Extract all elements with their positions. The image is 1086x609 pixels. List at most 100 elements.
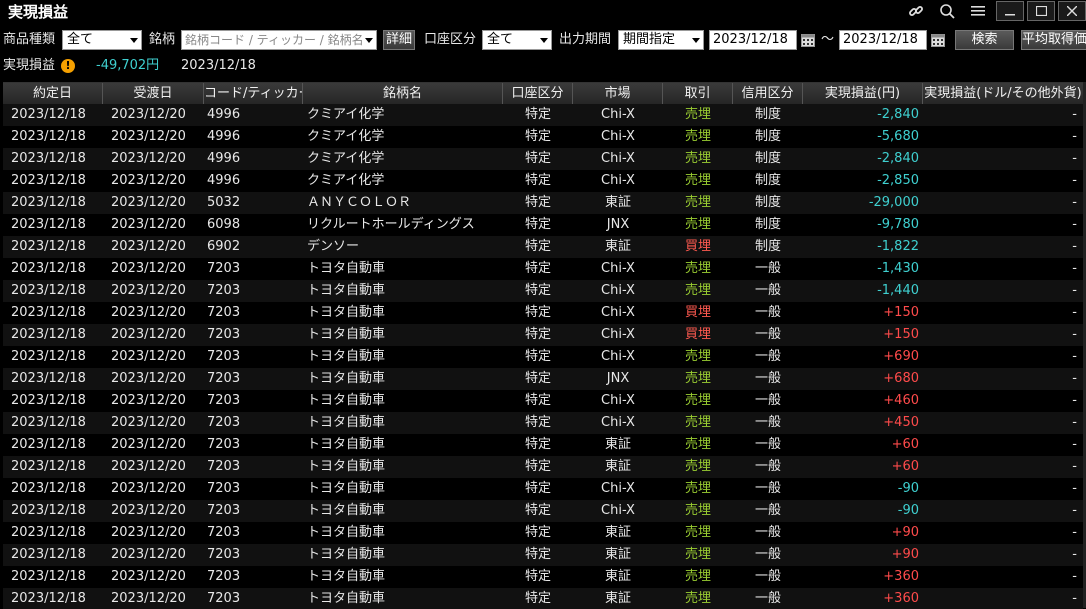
side-cell: 売埋: [684, 415, 711, 430]
code-cell: 7203: [207, 327, 241, 342]
column-header-code[interactable]: コード/ティッカー: [204, 83, 303, 104]
table-row[interactable]: 2023/12/18 2023/12/20 4996 クミアイ化学 特定 Chi-X 売埋 制…: [3, 148, 1083, 170]
trade-date-cell: 2023/12/18: [11, 261, 86, 276]
code-cell: 7203: [207, 261, 241, 276]
account-cell: 特定: [524, 591, 551, 606]
column-header-pl-yen[interactable]: 実現損益(円): [803, 83, 923, 104]
table-row[interactable]: 2023/12/18 2023/12/20 7203 トヨタ自動車 特定 Chi-X 売埋 一…: [3, 390, 1083, 412]
column-header-market[interactable]: 市場: [573, 83, 663, 104]
table-row[interactable]: 2023/12/18 2023/12/20 7203 トヨタ自動車 特定 東証 売埋 一般 +3…: [3, 588, 1083, 609]
pl-foreign-cell: -: [1072, 151, 1077, 166]
credit-cell: 制度: [754, 107, 781, 122]
settle-date-cell: 2023/12/20: [111, 481, 186, 496]
stock-name-cell: トヨタ自動車: [307, 569, 386, 584]
table-row[interactable]: 2023/12/18 2023/12/20 7203 トヨタ自動車 特定 東証 売埋 一般 +9…: [3, 544, 1083, 566]
close-icon[interactable]: [1058, 1, 1086, 21]
code-cell: 7203: [207, 437, 241, 452]
chevron-down-icon[interactable]: [365, 38, 373, 43]
column-header-pl-foreign[interactable]: 実現損益(ドル/その他外貨): [923, 83, 1083, 104]
pl-foreign-cell: -: [1072, 393, 1077, 408]
search-icon[interactable]: [931, 1, 962, 21]
table-row[interactable]: 2023/12/18 2023/12/20 7203 トヨタ自動車 特定 Chi-X 買埋 一…: [3, 324, 1083, 346]
credit-cell: 制度: [754, 195, 781, 210]
filter-toolbar: 商品種類 全て 銘柄 銘柄コード / ティッカー / 銘柄名 詳細 口座区分 全…: [0, 29, 1086, 51]
product-type-select[interactable]: 全て: [62, 30, 142, 50]
table-row[interactable]: 2023/12/18 2023/12/20 7203 トヨタ自動車 特定 Chi-X 売埋 一…: [3, 280, 1083, 302]
column-header-name[interactable]: 銘柄名: [303, 83, 503, 104]
period-select[interactable]: 期間指定: [618, 30, 704, 50]
table-row[interactable]: 2023/12/18 2023/12/20 7203 トヨタ自動車 特定 Chi-X 買埋 一…: [3, 302, 1083, 324]
table-row[interactable]: 2023/12/18 2023/12/20 7203 トヨタ自動車 特定 東証 売埋 一般 +6…: [3, 456, 1083, 478]
table-row[interactable]: 2023/12/18 2023/12/20 6902 デンソー 特定 東証 買埋 制度 -1,8…: [3, 236, 1083, 258]
table-row[interactable]: 2023/12/18 2023/12/20 7203 トヨタ自動車 特定 Chi-X 売埋 一…: [3, 500, 1083, 522]
detail-button[interactable]: 詳細: [383, 30, 415, 50]
column-header-trade-date[interactable]: 約定日: [3, 83, 103, 104]
column-header-side[interactable]: 取引: [663, 83, 733, 104]
table-row[interactable]: 2023/12/18 2023/12/20 4996 クミアイ化学 特定 Chi-X 売埋 制…: [3, 126, 1083, 148]
code-cell: 4996: [207, 151, 241, 166]
credit-cell: 制度: [754, 217, 781, 232]
search-button[interactable]: 検索: [955, 30, 1014, 50]
pl-foreign-cell: -: [1072, 525, 1077, 540]
side-cell: 売埋: [684, 371, 711, 386]
stock-name-cell: トヨタ自動車: [307, 437, 386, 452]
code-cell: 7203: [207, 503, 241, 518]
link-icon[interactable]: [900, 1, 931, 21]
period-value: 期間指定: [623, 32, 676, 47]
pl-foreign-cell: -: [1072, 217, 1077, 232]
table-row[interactable]: 2023/12/18 2023/12/20 6098 リクルートホールディングス 特定 J…: [3, 214, 1083, 236]
table-row[interactable]: 2023/12/18 2023/12/20 7203 トヨタ自動車 特定 東証 売埋 一般 +6…: [3, 434, 1083, 456]
pl-yen-cell: -90: [897, 503, 919, 518]
account-cell: 特定: [524, 261, 551, 276]
settle-date-cell: 2023/12/20: [111, 371, 186, 386]
date-from-input[interactable]: 2023/12/18: [709, 30, 797, 50]
account-cell: 特定: [524, 415, 551, 430]
warning-icon[interactable]: !: [61, 59, 75, 73]
pl-foreign-cell: -: [1072, 481, 1077, 496]
column-header-settle-date[interactable]: 受渡日: [103, 83, 204, 104]
settle-date-cell: 2023/12/20: [111, 415, 186, 430]
settle-date-cell: 2023/12/20: [111, 283, 186, 298]
table-row[interactable]: 2023/12/18 2023/12/20 4996 クミアイ化学 特定 Chi-X 売埋 制…: [3, 170, 1083, 192]
table-row[interactable]: 2023/12/18 2023/12/20 7203 トヨタ自動車 特定 東証 売埋 一般 +9…: [3, 522, 1083, 544]
code-cell: 7203: [207, 349, 241, 364]
date-to-input[interactable]: 2023/12/18: [839, 30, 927, 50]
stock-name-cell: リクルートホールディングス: [307, 217, 475, 232]
average-cost-button[interactable]: 平均取得価: [1021, 30, 1086, 50]
pl-foreign-cell: -: [1072, 569, 1077, 584]
account-cell: 特定: [524, 437, 551, 452]
market-cell: Chi-X: [601, 261, 635, 276]
code-cell: 7203: [207, 525, 241, 540]
table-row[interactable]: 2023/12/18 2023/12/20 7203 トヨタ自動車 特定 Chi-X 売埋 一…: [3, 258, 1083, 280]
table-row[interactable]: 2023/12/18 2023/12/20 7203 トヨタ自動車 特定 Chi-X 売埋 一…: [3, 412, 1083, 434]
column-header-credit[interactable]: 信用区分: [733, 83, 803, 104]
minimize-icon[interactable]: [996, 1, 1024, 21]
account-type-select[interactable]: 全て: [482, 30, 552, 50]
pl-yen-cell: +680: [883, 371, 919, 386]
pl-yen-cell: +60: [891, 437, 919, 452]
trade-date-cell: 2023/12/18: [11, 569, 86, 584]
brand-input[interactable]: 銘柄コード / ティッカー / 銘柄名: [181, 30, 377, 50]
table-row[interactable]: 2023/12/18 2023/12/20 7203 トヨタ自動車 特定 Chi-X 売埋 一…: [3, 346, 1083, 368]
table-row[interactable]: 2023/12/18 2023/12/20 7203 トヨタ自動車 特定 東証 売埋 一般 +3…: [3, 566, 1083, 588]
pl-yen-cell: +690: [883, 349, 919, 364]
stock-name-cell: クミアイ化学: [307, 107, 385, 122]
menu-icon[interactable]: [962, 1, 993, 21]
trade-date-cell: 2023/12/18: [11, 129, 86, 144]
chevron-down-icon: [692, 38, 700, 43]
pl-yen-cell: -9,780: [877, 217, 919, 232]
pl-foreign-cell: -: [1072, 107, 1077, 122]
table-row[interactable]: 2023/12/18 2023/12/20 5032 ＡＮＹＣＯＬＯＲ 特定 東証 売埋 制度…: [3, 192, 1083, 214]
table-row[interactable]: 2023/12/18 2023/12/20 7203 トヨタ自動車 特定 Chi-X 売埋 一…: [3, 478, 1083, 500]
table-row[interactable]: 2023/12/18 2023/12/20 4996 クミアイ化学 特定 Chi-X 売埋 制…: [3, 104, 1083, 126]
table-row[interactable]: 2023/12/18 2023/12/20 7203 トヨタ自動車 特定 JNX 売埋 一般 +…: [3, 368, 1083, 390]
maximize-icon[interactable]: [1027, 1, 1055, 21]
side-cell: 売埋: [684, 107, 711, 122]
side-cell: 売埋: [684, 591, 711, 606]
market-cell: Chi-X: [601, 415, 635, 430]
calendar-icon[interactable]: [799, 30, 817, 50]
calendar-icon[interactable]: [929, 30, 947, 50]
column-header-account[interactable]: 口座区分: [503, 83, 573, 104]
settle-date-cell: 2023/12/20: [111, 569, 186, 584]
stock-name-cell: デンソー: [307, 239, 360, 254]
